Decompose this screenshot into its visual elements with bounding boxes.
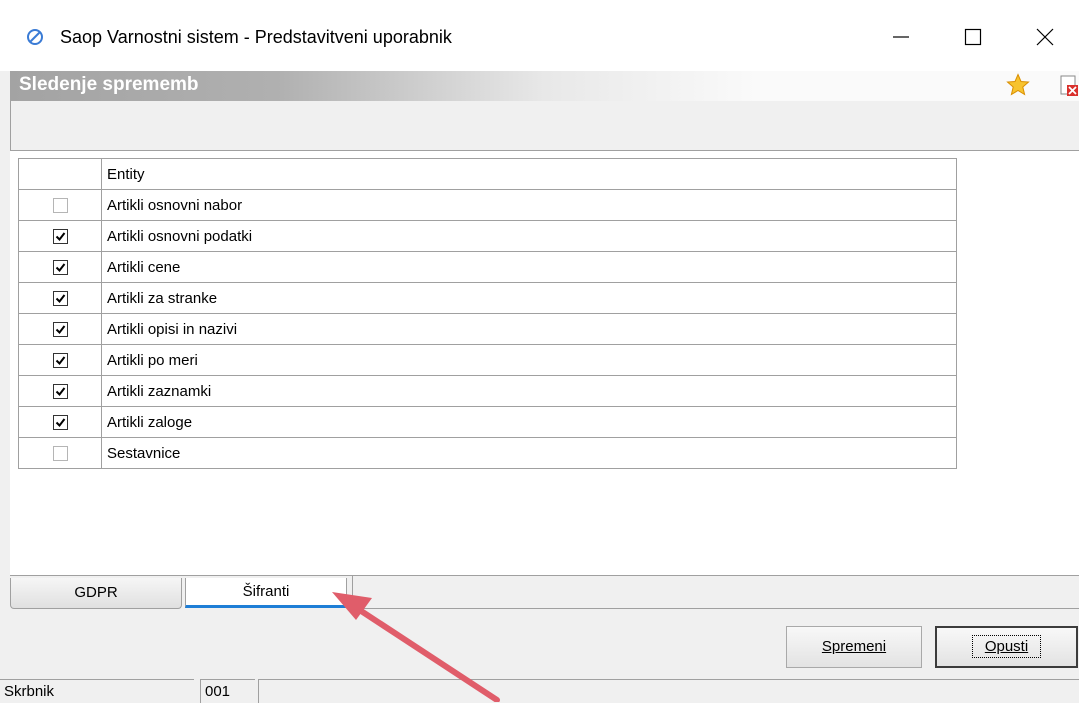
grid-header-row: Entity xyxy=(18,158,957,190)
tab-gdpr[interactable]: GDPR xyxy=(10,578,182,609)
save-button-label: Spremeni xyxy=(821,638,887,655)
checked-checkbox[interactable] xyxy=(52,415,68,431)
entity-cell[interactable]: Artikli osnovni nabor xyxy=(101,189,957,221)
checked-checkbox[interactable] xyxy=(52,353,68,369)
checkmark-icon xyxy=(55,232,65,242)
checkmark-icon xyxy=(55,263,65,273)
checkbox-column-header[interactable] xyxy=(18,158,102,190)
entity-cell[interactable]: Artikli cene xyxy=(101,251,957,283)
entity-column-header[interactable]: Entity xyxy=(101,158,957,190)
checked-checkbox[interactable] xyxy=(52,384,68,400)
checkmark-icon xyxy=(55,294,65,304)
table-row[interactable]: Artikli cene xyxy=(18,251,957,283)
entity-cell[interactable]: Artikli za stranke xyxy=(101,282,957,314)
row-checkbox-cell xyxy=(18,344,102,376)
row-checkbox-cell xyxy=(18,313,102,345)
close-document-icon[interactable] xyxy=(1058,75,1079,97)
row-checkbox-cell xyxy=(18,406,102,438)
row-checkbox-cell xyxy=(18,189,102,221)
entity-cell[interactable]: Artikli po meri xyxy=(101,344,957,376)
status-bar: Skrbnik 001 xyxy=(0,677,1079,703)
entity-cell[interactable]: Artikli osnovni podatki xyxy=(101,220,957,252)
table-row[interactable]: Artikli osnovni nabor xyxy=(18,189,957,221)
status-user: Skrbnik xyxy=(0,679,194,703)
checkmark-icon xyxy=(55,356,65,366)
table-row[interactable]: Sestavnice xyxy=(18,437,957,469)
row-checkbox-cell xyxy=(18,282,102,314)
row-checkbox-cell xyxy=(18,251,102,283)
table-row[interactable]: Artikli zaznamki xyxy=(18,375,957,407)
checked-checkbox[interactable] xyxy=(52,229,68,245)
close-icon xyxy=(1036,28,1054,46)
entity-cell[interactable]: Artikli zaznamki xyxy=(101,375,957,407)
table-row[interactable]: Artikli po meri xyxy=(18,344,957,376)
status-empty xyxy=(258,679,1079,703)
close-button[interactable] xyxy=(1016,14,1076,60)
unchecked-checkbox[interactable] xyxy=(52,446,68,462)
row-checkbox-cell xyxy=(18,375,102,407)
maximize-icon xyxy=(964,28,982,46)
table-row[interactable]: Artikli opisi in nazivi xyxy=(18,313,957,345)
entity-cell[interactable]: Sestavnice xyxy=(101,437,957,469)
maximize-button[interactable] xyxy=(944,14,1004,60)
section-title: Sledenje sprememb xyxy=(19,74,199,95)
saop-logo-icon xyxy=(27,29,43,45)
table-row[interactable]: Artikli zaloge xyxy=(18,406,957,438)
tab-strip: GDPR Šifranti xyxy=(10,576,1079,610)
checkmark-icon xyxy=(55,325,65,335)
row-checkbox-cell xyxy=(18,437,102,469)
tab-strip-filler xyxy=(352,576,1079,609)
checked-checkbox[interactable] xyxy=(52,291,68,307)
entity-cell[interactable]: Artikli zaloge xyxy=(101,406,957,438)
section-header: Sledenje sprememb xyxy=(10,71,1079,101)
checkmark-icon xyxy=(55,418,65,428)
row-checkbox-cell xyxy=(18,220,102,252)
unchecked-checkbox[interactable] xyxy=(52,198,68,214)
entity-grid: Entity Artikli osnovni nabor Artikli osno… xyxy=(18,158,957,469)
star-icon[interactable] xyxy=(1006,73,1030,97)
window-titlebar: Saop Varnostni sistem - Predstavitveni u… xyxy=(0,0,1079,71)
checked-checkbox[interactable] xyxy=(52,322,68,338)
table-row[interactable]: Artikli za stranke xyxy=(18,282,957,314)
minimize-icon xyxy=(893,36,909,38)
status-code: 001 xyxy=(200,679,255,703)
cancel-button-label: Opusti xyxy=(971,635,1042,658)
checkmark-icon xyxy=(55,387,65,397)
window-title: Saop Varnostni sistem - Predstavitveni u… xyxy=(60,27,452,47)
tab-sifranti[interactable]: Šifranti xyxy=(185,578,347,608)
minimize-button[interactable] xyxy=(872,14,932,60)
save-button[interactable]: Spremeni xyxy=(786,626,922,668)
entity-cell[interactable]: Artikli opisi in nazivi xyxy=(101,313,957,345)
cancel-button[interactable]: Opusti xyxy=(935,626,1078,668)
table-row[interactable]: Artikli osnovni podatki xyxy=(18,220,957,252)
checked-checkbox[interactable] xyxy=(52,260,68,276)
